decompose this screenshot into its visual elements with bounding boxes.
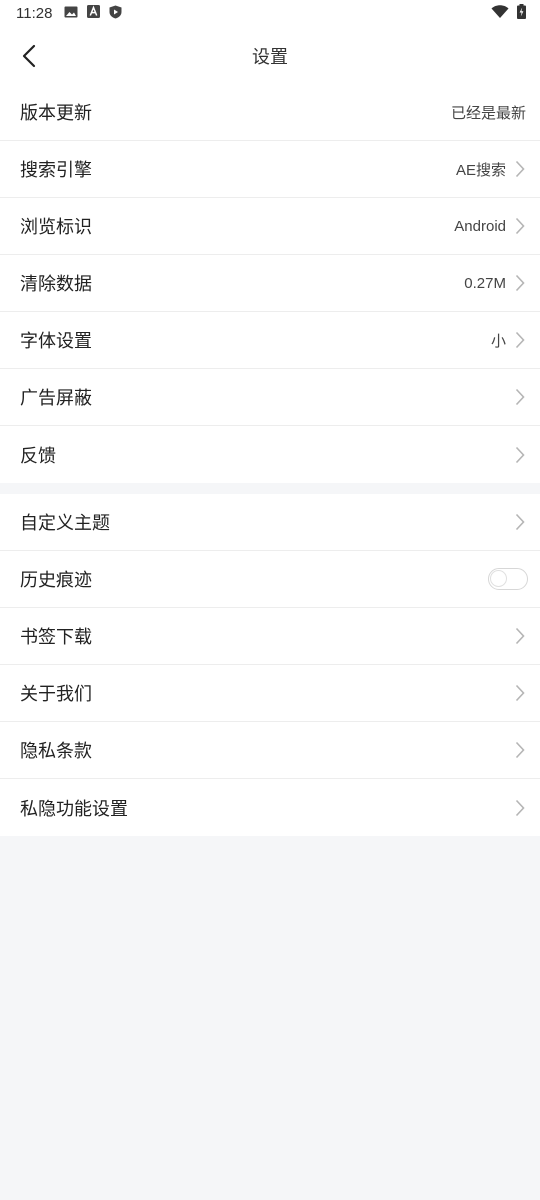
setting-label: 清除数据 xyxy=(20,274,92,295)
setting-label: 浏览标识 xyxy=(20,217,92,238)
chevron-right-icon xyxy=(514,627,526,645)
setting-label: 私隐功能设置 xyxy=(20,798,128,820)
setting-label: 字体设置 xyxy=(20,331,92,352)
setting-history-traces: 历史痕迹 xyxy=(0,551,540,608)
setting-value: 小 xyxy=(490,332,506,350)
setting-value: 已经是最新 xyxy=(450,104,526,122)
chevron-right-icon xyxy=(514,331,526,349)
shield-play-icon xyxy=(109,5,122,23)
setting-privacy-terms[interactable]: 隐私条款 xyxy=(0,722,540,779)
setting-bookmark-download[interactable]: 书签下载 xyxy=(0,608,540,665)
settings-group-other: 自定义主题 历史痕迹 书签下载 关于我们 隐私条款 私隐功能设置 xyxy=(0,494,540,836)
setting-label: 隐私条款 xyxy=(20,741,92,762)
setting-label: 反馈 xyxy=(20,445,56,467)
setting-label: 历史痕迹 xyxy=(20,570,92,591)
chevron-right-icon xyxy=(514,217,526,235)
setting-label: 搜索引擎 xyxy=(20,160,92,181)
setting-ad-block[interactable]: 广告屏蔽 xyxy=(0,369,540,426)
chevron-right-icon xyxy=(514,684,526,702)
setting-about-us[interactable]: 关于我们 xyxy=(0,665,540,722)
chevron-right-icon xyxy=(514,388,526,406)
app-header: 设置 xyxy=(0,27,540,84)
setting-custom-theme[interactable]: 自定义主题 xyxy=(0,494,540,551)
chevron-right-icon xyxy=(514,446,526,464)
setting-font-size[interactable]: 字体设置 小 xyxy=(0,312,540,369)
chevron-right-icon xyxy=(514,799,526,817)
setting-clear-data[interactable]: 清除数据 0.27M xyxy=(0,255,540,312)
chevron-right-icon xyxy=(514,513,526,531)
font-a-icon xyxy=(87,5,101,22)
chevron-left-icon xyxy=(22,44,36,68)
section-divider xyxy=(0,483,540,494)
settings-group-general: 版本更新 已经是最新 搜索引擎 AE搜索 浏览标识 Android 清除数据 0… xyxy=(0,84,540,483)
back-button[interactable] xyxy=(14,41,44,71)
chevron-right-icon xyxy=(514,274,526,292)
setting-label: 自定义主题 xyxy=(20,513,110,534)
toggle-knob xyxy=(490,570,507,587)
page-title: 设置 xyxy=(252,46,288,68)
setting-label: 广告屏蔽 xyxy=(20,388,92,409)
setting-value: AE搜索 xyxy=(455,161,506,179)
image-icon xyxy=(64,6,78,22)
setting-privacy-features[interactable]: 私隐功能设置 xyxy=(0,779,540,836)
status-bar: 11:28 xyxy=(0,0,540,27)
setting-search-engine[interactable]: 搜索引擎 AE搜索 xyxy=(0,141,540,198)
setting-label: 书签下载 xyxy=(20,627,92,648)
chevron-right-icon xyxy=(514,741,526,759)
setting-label: 版本更新 xyxy=(20,103,92,124)
setting-value: 0.27M xyxy=(464,274,506,292)
setting-label: 关于我们 xyxy=(20,684,92,705)
setting-version-update[interactable]: 版本更新 已经是最新 xyxy=(0,84,540,141)
setting-feedback[interactable]: 反馈 xyxy=(0,426,540,483)
battery-icon xyxy=(517,4,526,23)
status-time: 11:28 xyxy=(16,5,53,22)
chevron-right-icon xyxy=(514,160,526,178)
wifi-icon xyxy=(491,4,509,23)
setting-value: Android xyxy=(454,217,506,235)
setting-user-agent[interactable]: 浏览标识 Android xyxy=(0,198,540,255)
history-toggle[interactable] xyxy=(488,568,528,590)
